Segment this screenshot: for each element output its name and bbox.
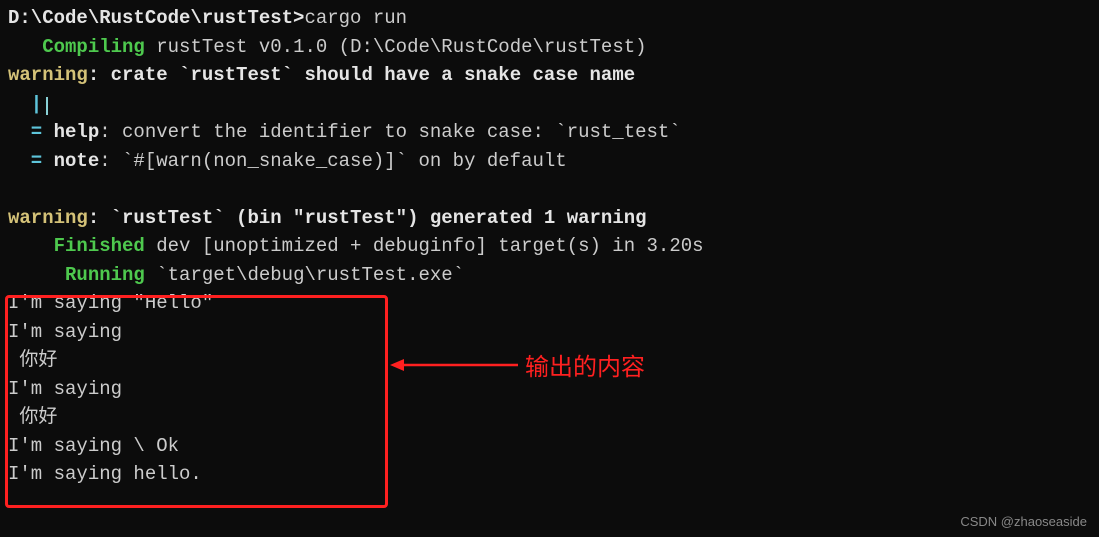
- terminal-line-warning2: warning: `rustTest` (bin "rustTest") gen…: [8, 204, 1091, 233]
- output-line: I'm saying "Hello": [8, 289, 1091, 318]
- command-text: cargo run: [304, 7, 407, 29]
- running-text: `target\debug\rustTest.exe`: [145, 264, 464, 286]
- note-eq: =: [8, 150, 54, 172]
- note-label: note: [54, 150, 100, 172]
- help-eq: =: [8, 121, 54, 143]
- terminal-line-pipe: |: [8, 90, 1091, 119]
- note-text: : `#[warn(non_snake_case)]` on by defaul…: [99, 150, 566, 172]
- warning1-label: warning: [8, 64, 88, 86]
- finished-text: dev [unoptimized + debuginfo] target(s) …: [145, 235, 704, 257]
- terminal-line-finished: Finished dev [unoptimized + debuginfo] t…: [8, 232, 1091, 261]
- output-line: I'm saying hello.: [8, 460, 1091, 489]
- compiling-text: rustTest v0.1.0 (D:\Code\RustCode\rustTe…: [145, 36, 647, 58]
- prompt-path: D:\Code\RustCode\rustTest>: [8, 7, 304, 29]
- terminal-blank-line: [8, 175, 1091, 204]
- watermark-text: CSDN @zhaoseaside: [960, 512, 1087, 532]
- help-label: help: [54, 121, 100, 143]
- terminal-line-compiling: Compiling rustTest v0.1.0 (D:\Code\RustC…: [8, 33, 1091, 62]
- help-text: : convert the identifier to snake case: …: [99, 121, 681, 143]
- cursor-icon: [46, 97, 48, 115]
- terminal-line-warning1: warning: crate `rustTest` should have a …: [8, 61, 1091, 90]
- terminal-line-note: = note: `#[warn(non_snake_case)]` on by …: [8, 147, 1091, 176]
- finished-label: Finished: [54, 235, 145, 257]
- compiling-label: Compiling: [42, 36, 145, 58]
- output-line: I'm saying \ Ok: [8, 432, 1091, 461]
- warning2-label: warning: [8, 207, 88, 229]
- warning2-text: : `rustTest` (bin "rustTest") generated …: [88, 207, 647, 229]
- output-line: 你好: [8, 403, 1091, 432]
- pipe-char: |: [8, 93, 42, 115]
- terminal-line-running: Running `target\debug\rustTest.exe`: [8, 261, 1091, 290]
- output-line: I'm saying: [8, 318, 1091, 347]
- annotation-label: 输出的内容: [525, 350, 645, 386]
- warning1-text: : crate `rustTest` should have a snake c…: [88, 64, 635, 86]
- terminal-line-help: = help: convert the identifier to snake …: [8, 118, 1091, 147]
- running-label: Running: [65, 264, 145, 286]
- terminal-line-prompt: D:\Code\RustCode\rustTest>cargo run: [8, 4, 1091, 33]
